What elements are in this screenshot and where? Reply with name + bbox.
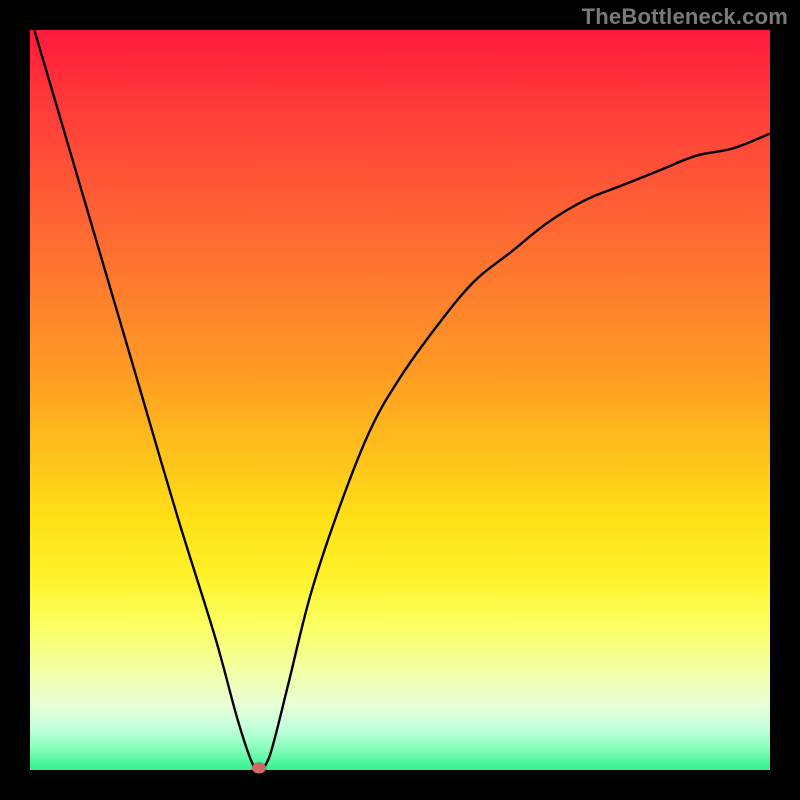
chart-frame: TheBottleneck.com [0,0,800,800]
minimum-marker [252,763,266,774]
plot-area [30,30,770,770]
bottleneck-curve [30,30,770,770]
attribution-label: TheBottleneck.com [582,4,788,30]
